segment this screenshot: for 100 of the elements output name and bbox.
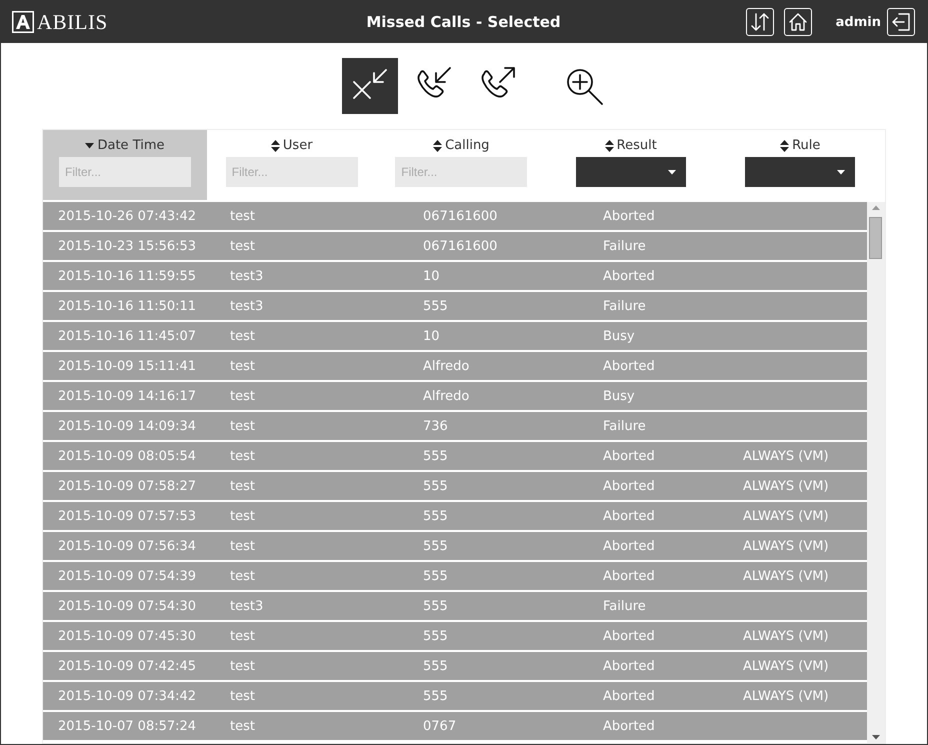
table-cell-text: Aborted (603, 478, 656, 494)
table-row[interactable]: 2015-10-09 08:05:54 test 555 Aborted ALWAYS (VM) (43, 442, 867, 470)
caret-icon (837, 170, 846, 174)
table-cell-text: ALWAYS (VM) (743, 628, 830, 644)
sort-header-button[interactable]: Rule (780, 138, 820, 153)
scrollbar-thumb[interactable] (869, 217, 882, 259)
sort-icon (270, 140, 280, 152)
table-row[interactable]: 2015-10-07 08:57:24 test 0767 Aborted (43, 712, 867, 740)
table-cell-text: 555 (423, 478, 449, 494)
table-cell-text: 2015-10-16 11:59:55 (58, 268, 198, 284)
table-cell-text: test (230, 568, 256, 584)
table-cell-text: Alfredo (423, 358, 470, 374)
table-cell-text: 2015-10-16 11:45:07 (58, 328, 198, 344)
table-row[interactable]: 2015-10-09 07:57:53 test 555 Aborted ALWAYS (VM) (43, 502, 867, 530)
table-cell-text: 2015-10-09 08:05:54 (58, 448, 198, 464)
toolbar-button[interactable] (342, 58, 398, 114)
table-cell-text: Aborted (603, 538, 656, 554)
table-row[interactable]: 2015-10-09 07:45:30 test 555 Aborted ALWAYS (VM) (43, 622, 867, 650)
page-title: Missed Calls - Selected (365, 13, 562, 31)
table-cell-text: ALWAYS (VM) (743, 508, 830, 524)
table-cell-text: 067161600 (423, 238, 498, 254)
table-row[interactable]: 2015-10-26 07:43:42 test 067161600 Aborted (43, 202, 867, 230)
sort-header-button[interactable]: User (270, 138, 313, 153)
table-cell-text: 2015-10-09 14:16:17 (58, 388, 198, 404)
table-cell-text: test (230, 418, 256, 434)
table-cell-text: test (230, 448, 256, 464)
table-cell-text: Aborted (603, 568, 656, 584)
table-cell-text: 2015-10-07 08:57:24 (58, 718, 198, 734)
table-cell-text: test (230, 208, 256, 224)
table-cell-text: 555 (423, 538, 449, 554)
table-cell-text: ALWAYS (VM) (743, 568, 830, 584)
table-cell-text: test (230, 718, 256, 734)
table-cell-text: Busy (603, 388, 636, 404)
table-cell-text: Aborted (603, 658, 656, 674)
table-cell-text: test3 (230, 268, 264, 284)
table-cell-text: 2015-10-09 07:56:34 (58, 538, 198, 554)
table-cell-text: 2015-10-16 11:50:11 (58, 298, 198, 314)
table-cell-text: Failure (603, 598, 647, 614)
table-row[interactable]: 2015-10-09 14:09:34 test 736 Failure (43, 412, 867, 440)
table-row[interactable]: 2015-10-09 07:54:39 test 555 Aborted ALWAYS (VM) (43, 562, 867, 590)
table-cell-text: 736 (423, 418, 449, 434)
table-cell-text: 067161600 (423, 208, 498, 224)
table-cell-text: 2015-10-09 07:57:53 (58, 508, 198, 524)
user-name: admin (836, 14, 881, 30)
table-cell-text: 2015-10-09 07:45:30 (58, 628, 198, 644)
sort-header-button[interactable]: Date Time (85, 138, 165, 153)
table-cell-text: test (230, 508, 256, 524)
caret-icon (668, 170, 676, 174)
table-cell-text: 555 (423, 598, 449, 614)
table-row[interactable]: 2015-10-23 15:56:53 test 067161600 Failure (43, 232, 867, 260)
sort-icon (604, 140, 614, 152)
filter-field[interactable]: Filter... (59, 157, 191, 187)
table-row[interactable]: 2015-10-09 07:42:45 test 555 Aborted ALWAYS (VM) (43, 652, 867, 680)
table-cell-text: test (230, 658, 256, 674)
table-cell-text: test (230, 478, 256, 494)
table-cell-text: test (230, 238, 256, 254)
sort-header-button[interactable]: Calling (433, 138, 490, 153)
table-row[interactable]: 2015-10-09 15:11:41 test Alfredo Aborted (43, 352, 867, 380)
table-cell-text: 555 (423, 508, 449, 524)
table-cell-text: Failure (603, 418, 647, 434)
table-row[interactable]: 2015-10-09 14:16:17 test Alfredo Busy (43, 382, 867, 410)
filter-field[interactable]: Filter... (226, 157, 358, 187)
sort-header-button[interactable]: Result (604, 138, 657, 153)
table-cell-text: Failure (603, 298, 647, 314)
table-cell-text: 10 (423, 328, 441, 344)
table-cell-text: test3 (230, 598, 264, 614)
filter-field[interactable]: Filter... (395, 157, 528, 187)
table-cell-text: ALWAYS (VM) (743, 538, 830, 554)
table-cell-text: ALWAYS (VM) (743, 478, 830, 494)
table-cell-text: 2015-10-09 07:34:42 (58, 688, 198, 704)
table-cell-text: test (230, 328, 256, 344)
table-cell-text: test (230, 688, 256, 704)
table-cell-text: 2015-10-09 07:42:45 (58, 658, 198, 674)
table-cell-text: 2015-10-26 07:43:42 (58, 208, 198, 224)
home-button[interactable] (784, 8, 812, 36)
table-row[interactable]: 2015-10-09 07:56:34 test 555 Aborted ALWAYS (VM) (43, 532, 867, 560)
table-cell-text: 2015-10-09 15:11:41 (58, 358, 198, 374)
table-row[interactable]: 2015-10-09 07:34:42 test 555 Aborted ALWAYS (VM) (43, 682, 867, 710)
logo-icon (12, 11, 34, 33)
table-cell-text: Alfredo (423, 388, 470, 404)
logout-button[interactable] (887, 8, 915, 36)
table-row[interactable]: 2015-10-16 11:59:55 test3 10 Aborted (43, 262, 867, 290)
table-cell-text: 555 (423, 298, 449, 314)
sort-icon (433, 140, 442, 152)
table-cell-text: Aborted (603, 688, 656, 704)
sort-arrows-button[interactable] (746, 8, 774, 36)
table-row[interactable]: 2015-10-16 11:50:11 test3 555 Failure (43, 292, 867, 320)
table-row[interactable]: 2015-10-16 11:45:07 test 10 Busy (43, 322, 867, 350)
table-cell-text: test3 (230, 298, 264, 314)
table-cell-text: Failure (603, 238, 647, 254)
table-cell-text: ALWAYS (VM) (743, 448, 830, 464)
sort-icon (780, 140, 790, 152)
table-row[interactable]: 2015-10-09 07:54:30 test3 555 Failure (43, 592, 867, 620)
logo-text: ABILIS (37, 10, 108, 34)
table-cell-text: 2015-10-09 07:54:39 (58, 568, 198, 584)
table-row[interactable]: 2015-10-09 07:58:27 test 555 Aborted ALWAYS (VM) (43, 472, 867, 500)
table-cell-text: Aborted (603, 268, 656, 284)
scroll-down-icon[interactable] (872, 735, 880, 740)
table-cell-text: 555 (423, 658, 449, 674)
table-cell-text: 555 (423, 568, 449, 584)
